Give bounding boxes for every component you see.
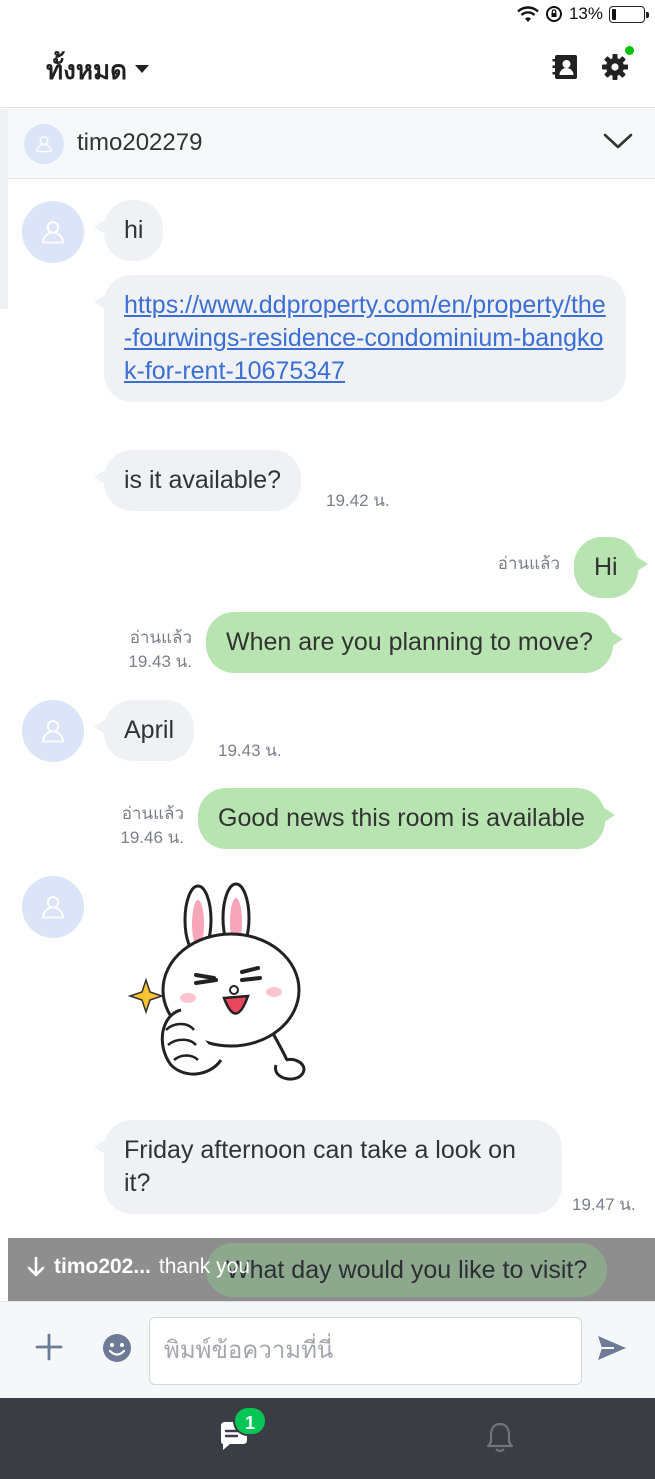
contact-avatar[interactable]: [24, 124, 64, 164]
sender-avatar[interactable]: [22, 876, 84, 938]
message-bubble-incoming[interactable]: https://www.ddproperty.com/en/property/t…: [94, 275, 626, 402]
read-receipt: อ่านแล้ว: [121, 804, 184, 823]
message-timestamp: 19.47 น.: [572, 1195, 636, 1214]
new-message-sender: timo202...: [54, 1255, 151, 1278]
chevron-down-icon[interactable]: [603, 131, 633, 151]
message-timestamp: 19.43 น.: [128, 652, 192, 671]
user-icon: [42, 896, 64, 919]
unread-badge: 1: [233, 1406, 267, 1436]
rotation-lock-icon: [545, 6, 562, 22]
header: ทั้งหมด: [0, 30, 655, 108]
message-bubble-outgoing[interactable]: Good news this room is available: [198, 788, 615, 849]
user-icon: [42, 720, 64, 743]
message-timestamp: 19.42 น.: [326, 491, 390, 510]
bottom-navigation: 1: [0, 1398, 655, 1479]
message-bubble-outgoing[interactable]: Hi: [574, 537, 648, 598]
message-text: hi: [124, 216, 144, 244]
contacts-icon[interactable]: [551, 52, 581, 82]
arrow-down-icon: [27, 1256, 45, 1277]
message-bubble-incoming[interactable]: hi: [93, 200, 164, 261]
message-text: Good news this room is available: [218, 804, 585, 832]
read-receipt: อ่านแล้ว: [129, 628, 192, 647]
status-icons: 13%: [517, 4, 649, 24]
message-text: April: [124, 716, 175, 744]
message-input[interactable]: [149, 1317, 582, 1385]
user-icon: [36, 136, 52, 153]
chat-title-bar[interactable]: timo202279: [8, 109, 655, 179]
user-icon: [42, 221, 64, 244]
chat-filter-dropdown[interactable]: ทั้งหมด: [46, 50, 149, 91]
bell-icon[interactable]: [484, 1420, 516, 1454]
emoji-icon[interactable]: [101, 1332, 133, 1364]
sender-avatar[interactable]: [22, 201, 84, 263]
message-link[interactable]: https://www.ddproperty.com/en/property/t…: [124, 291, 606, 385]
read-receipt: อ่านแล้ว: [497, 554, 560, 573]
message-text: When are you planning to move?: [226, 628, 593, 656]
message-text: Hi: [594, 553, 618, 581]
gear-icon: [602, 54, 628, 80]
plus-icon[interactable]: [34, 1332, 64, 1362]
message-timestamp: 19.46 น.: [120, 828, 184, 847]
message-bubble-incoming[interactable]: Friday afternoon can take a look on it?: [94, 1120, 562, 1214]
left-strip: [0, 109, 8, 309]
message-bubble-incoming[interactable]: April: [93, 700, 195, 761]
message-text: is it available?: [124, 466, 282, 494]
message-timestamp: 19.43 น.: [218, 741, 282, 760]
sender-avatar[interactable]: [22, 700, 84, 762]
message-bubble-outgoing: What day would you like to visit?: [206, 1243, 608, 1297]
new-message-preview[interactable]: timo202... thank you: [26, 1255, 250, 1279]
filter-label: ทั้งหมด: [46, 55, 127, 85]
message-list[interactable]: hi https://www.ddproperty.com/en/propert…: [8, 180, 655, 1310]
new-message-text: thank you: [158, 1255, 250, 1278]
message-bubble-outgoing[interactable]: When are you planning to move?: [206, 612, 623, 673]
message-composer: [0, 1301, 655, 1398]
send-icon[interactable]: [596, 1333, 628, 1363]
chat-contact-name: timo202279: [77, 129, 203, 156]
wifi-icon: [517, 5, 539, 22]
message-text: Friday afternoon can take a look on it?: [124, 1136, 516, 1197]
bunny-sticker[interactable]: [126, 880, 306, 1092]
battery-percent: 13%: [568, 4, 603, 23]
battery-icon: [609, 5, 649, 23]
message-bubble-incoming[interactable]: is it available?: [93, 450, 302, 511]
notification-dot: [625, 46, 634, 55]
new-message-banner[interactable]: What day would you like to visit? timo20…: [8, 1238, 655, 1301]
settings-button[interactable]: [600, 46, 634, 82]
caret-down-icon: [135, 64, 149, 73]
status-bar: 13%: [0, 0, 655, 30]
